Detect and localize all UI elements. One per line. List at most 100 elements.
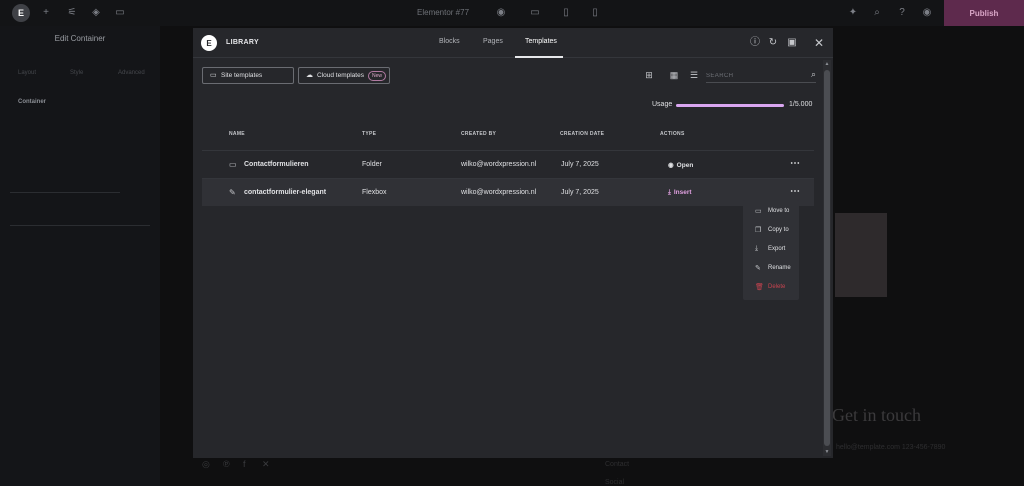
preview-block <box>835 213 887 297</box>
download-icon: ⤓ <box>668 189 671 196</box>
pencil-icon: ✎ <box>229 188 236 197</box>
menu-item-label: Export <box>768 246 786 252</box>
row-type: Flexbox <box>362 189 387 196</box>
cloud-templates-button[interactable]: ☁ Cloud templates New <box>298 67 390 84</box>
menu-item-copy-to[interactable]: ❐ Copy to <box>743 221 799 240</box>
column-header-created-by: CREATED BY <box>461 131 497 137</box>
tab-blocks[interactable]: Blocks <box>439 38 460 45</box>
canvas-footer-link: Contact <box>605 461 630 468</box>
window-icon: ▭ <box>210 72 217 79</box>
canvas-footer-link: Social <box>605 479 625 486</box>
close-icon[interactable]: ✕ <box>813 37 825 49</box>
pencil-icon: ✎ <box>755 265 761 272</box>
more-options-icon[interactable]: ⋯ <box>790 186 800 197</box>
row-actions-menu: ▭ Move to ❐ Copy to ⤓ Export ✎ Rename 🗑 … <box>743 200 799 300</box>
folder-move-icon: ▭ <box>755 208 762 215</box>
slider-track <box>10 225 150 226</box>
site-templates-button[interactable]: ▭ Site templates <box>202 67 294 84</box>
tab-advanced[interactable]: Advanced <box>118 70 145 76</box>
usage-count: 1/5.000 <box>789 101 813 108</box>
scrollbar-thumb[interactable] <box>824 70 830 446</box>
library-modal: E LIBRARY Blocks Pages Templates ⓘ ↻ ▣ ✕… <box>193 28 833 458</box>
row-date: July 7, 2025 <box>561 161 599 168</box>
section-container[interactable]: Container <box>18 99 46 105</box>
elementor-logo-icon[interactable]: E <box>12 4 30 22</box>
canvas-contact: hello@template.com 123-456-7890 <box>836 444 946 451</box>
menu-item-label: Move to <box>768 208 790 214</box>
new-badge: New <box>367 70 386 81</box>
download-icon: ⤓ <box>755 245 759 252</box>
menu-item-export[interactable]: ⤓ Export <box>743 240 799 259</box>
row-name[interactable]: contactformulier-elegant <box>244 189 326 196</box>
x-icon: ✕ <box>262 459 270 469</box>
menu-item-move-to[interactable]: ▭ Move to <box>743 202 799 221</box>
panel-title: Edit Container <box>54 34 106 43</box>
copy-icon: ❐ <box>755 227 762 234</box>
document-title[interactable]: Elementor #77 <box>417 8 469 17</box>
search-icon[interactable]: ⌕ <box>811 69 816 80</box>
menu-item-label: Rename <box>768 265 791 271</box>
usage-label: Usage <box>652 101 673 108</box>
preview-icon[interactable]: ◉ <box>921 7 933 19</box>
scroll-up-icon[interactable]: ▲ <box>823 60 831 68</box>
help-icon[interactable]: ? <box>896 7 908 19</box>
usage-bar <box>676 104 784 107</box>
add-icon[interactable]: + <box>40 7 52 19</box>
usage-bar-fill <box>676 104 784 107</box>
edit-panel: Edit Container Layout Style Advanced Con… <box>0 26 160 486</box>
magic-icon[interactable]: ✦ <box>847 7 859 19</box>
layers-icon[interactable]: ◈ <box>90 7 102 19</box>
modal-scrollbar[interactable]: ▲ ▼ <box>823 60 831 456</box>
column-header-creation-date: CREATION DATE <box>560 131 605 137</box>
pinterest-icon: ℗ <box>223 459 230 469</box>
eye-icon: ◉ <box>668 162 674 169</box>
more-options-icon[interactable]: ⋯ <box>790 158 800 169</box>
column-header-actions: ACTIONS <box>660 131 685 137</box>
tab-layout[interactable]: Layout <box>18 70 36 76</box>
tab-style[interactable]: Style <box>70 70 83 76</box>
table-row[interactable]: ▭ Contactformulieren Folder wilko@wordxp… <box>202 151 814 178</box>
library-title: LIBRARY <box>226 39 259 46</box>
top-bar: E + ⚟ ◈ ▭ Elementor #77 ◉ ▭ ▯ ▯ ✦ ⌕ ? ◉ … <box>0 0 1024 26</box>
list-view-icon[interactable]: ☰ <box>688 70 700 81</box>
sync-icon[interactable]: ↻ <box>767 37 779 49</box>
info-icon[interactable]: ⓘ <box>749 37 761 49</box>
insert-button[interactable]: ⤓ Insert <box>668 189 692 197</box>
search-box: ⌕ <box>706 68 816 83</box>
instagram-icon: ◎ <box>202 459 210 469</box>
open-label: Open <box>676 162 694 169</box>
search-input[interactable] <box>706 70 796 81</box>
sliders-icon[interactable]: ⚟ <box>66 7 78 19</box>
tab-pages[interactable]: Pages <box>483 38 503 45</box>
cloud-icon: ☁ <box>306 72 313 79</box>
grid-view-icon[interactable]: ▦ <box>668 70 680 81</box>
row-type: Folder <box>362 161 382 168</box>
column-header-type: TYPE <box>362 131 377 137</box>
row-date: July 7, 2025 <box>561 189 599 196</box>
row-name[interactable]: Contactformulieren <box>244 161 309 168</box>
eye-icon[interactable]: ◉ <box>495 7 507 19</box>
tablet-icon[interactable]: ▯ <box>560 7 572 19</box>
mobile-icon[interactable]: ▯ <box>589 7 601 19</box>
slider-track <box>10 192 120 193</box>
facebook-icon: f <box>243 459 246 469</box>
site-templates-label: Site templates <box>221 72 263 79</box>
menu-item-delete[interactable]: 🗑 Delete <box>743 278 799 297</box>
modal-header: E LIBRARY Blocks Pages Templates ⓘ ↻ ▣ ✕ <box>193 28 833 58</box>
save-icon[interactable]: ▣ <box>786 37 798 49</box>
comments-icon[interactable]: ▭ <box>114 7 126 19</box>
tab-templates[interactable]: Templates <box>525 38 557 45</box>
canvas-heading: Get in touch <box>832 405 921 425</box>
desktop-icon[interactable]: ▭ <box>529 7 541 19</box>
menu-item-label: Delete <box>768 284 786 290</box>
open-button[interactable]: ◉ Open <box>668 161 693 169</box>
row-created-by: wilko@wordxpression.nl <box>461 189 537 196</box>
search-icon[interactable]: ⌕ <box>871 7 883 19</box>
table-row[interactable]: ✎ contactformulier-elegant Flexbox wilko… <box>202 179 814 206</box>
publish-button[interactable]: Publish <box>944 0 1024 26</box>
active-tab-indicator <box>515 56 563 58</box>
scroll-down-icon[interactable]: ▼ <box>823 448 831 456</box>
menu-item-rename[interactable]: ✎ Rename <box>743 259 799 278</box>
new-folder-icon[interactable]: ⊞ <box>643 70 655 81</box>
menu-item-label: Copy to <box>768 227 789 233</box>
